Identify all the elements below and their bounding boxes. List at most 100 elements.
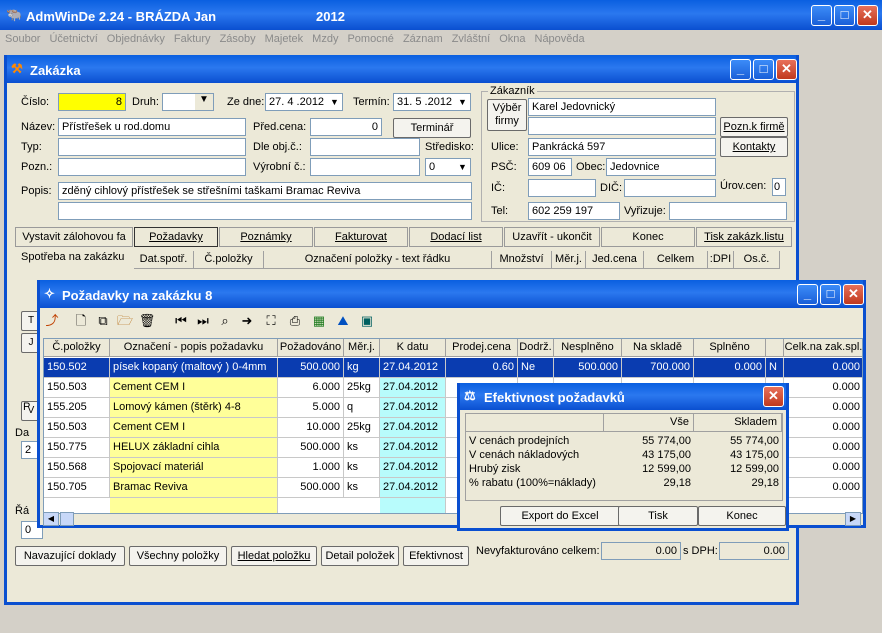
cell-cpolozky[interactable]: 150.503 (44, 378, 110, 398)
menu-soubor[interactable]: Soubor (0, 30, 44, 45)
tab-konec[interactable]: Konec (601, 227, 695, 247)
export-excel-button[interactable]: Export do Excel (500, 506, 620, 526)
zakazka-maximize-icon[interactable]: □ (753, 59, 774, 80)
col-nasklade[interactable]: Na skladě (622, 339, 694, 357)
col-splneno[interactable]: Splněno (694, 339, 766, 357)
cell-kdatu[interactable]: 27.04.2012 (380, 458, 446, 478)
menu-zaznam[interactable]: Záznam (398, 30, 447, 45)
cell-kdatu[interactable]: 27.04.2012 (380, 478, 446, 498)
col-flag[interactable] (766, 339, 784, 357)
spotreba-col-datspotr[interactable]: Dat.spotř. (134, 251, 194, 269)
cell-pozadovano[interactable]: 500.000 (278, 438, 344, 458)
obec-field[interactable]: Jedovnice (606, 158, 716, 176)
cell-merj[interactable]: 25kg (344, 418, 380, 438)
cell-pozadovano[interactable]: 10.000 (278, 418, 344, 438)
vyrobni-field[interactable] (310, 158, 420, 176)
spotreba-col-merj[interactable]: Měr.j. (552, 251, 586, 269)
cell-oznaceni[interactable]: písek kopaný (maltový ) 0-4mm (110, 358, 278, 378)
cell-oznaceni[interactable]: Cement CEM I (110, 418, 278, 438)
pozadavky-maximize-icon[interactable]: □ (820, 284, 841, 305)
poznk-firme-button[interactable]: Pozn.k firmě (720, 117, 788, 137)
chart-icon[interactable]: ⛰ (334, 312, 352, 330)
cell-celknazakspl[interactable]: 0.000 (784, 358, 862, 378)
spotreba-col-osc[interactable]: Os.č. (734, 251, 780, 269)
konec-button[interactable]: Konec (698, 506, 786, 526)
cell-nasklade[interactable]: 700.000 (622, 358, 694, 378)
col-kdatu[interactable]: K datu (380, 339, 446, 357)
close-icon[interactable]: ✕ (857, 5, 878, 26)
termin-dropdown-icon[interactable]: ▼ (458, 97, 467, 107)
popis-field-line2[interactable] (58, 202, 472, 220)
tab-fakturovat[interactable]: Fakturovat (314, 227, 408, 247)
scroll-right-icon[interactable]: ▶ (845, 512, 861, 526)
pozadavky-minimize-icon[interactable]: _ (797, 284, 818, 305)
spotreba-col-mnozstvi[interactable]: Množství (492, 251, 552, 269)
col-celknazakspl[interactable]: Celk.na zak.spl. (784, 339, 862, 357)
cell-pozadovano[interactable]: 500.000 (278, 358, 344, 378)
predcena-field[interactable]: 0 (310, 118, 382, 136)
cell-celknazakspl[interactable]: 0.000 (784, 398, 862, 418)
spotreba-col-oznaceni[interactable]: Označení položky - text řádku (264, 251, 492, 269)
zedne-dropdown-icon[interactable]: ▼ (330, 97, 339, 107)
export-icon[interactable]: ⤴ (43, 312, 61, 330)
minimize-icon[interactable]: _ (811, 5, 832, 26)
cell-cpolozky[interactable]: 155.205 (44, 398, 110, 418)
scroll-left-icon[interactable]: ◀ (43, 512, 59, 526)
excel-icon[interactable]: ▦ (310, 312, 328, 330)
cell-oznaceni[interactable]: Lomový kámen (štěrk) 4-8 (110, 398, 278, 418)
menu-objednavky[interactable]: Objednávky (102, 30, 169, 45)
cell-oznaceni[interactable]: Spojovací materiál (110, 458, 278, 478)
menu-napoveda[interactable]: Nápověda (530, 30, 589, 45)
cell-kdatu[interactable]: 27.04.2012 (380, 438, 446, 458)
cell-celknazakspl[interactable]: 0.000 (784, 458, 862, 478)
cell-empty[interactable] (110, 498, 278, 513)
zakazka-close-icon[interactable]: ✕ (776, 59, 797, 80)
last-record-icon[interactable]: ⏭ (194, 312, 212, 330)
search-icon[interactable]: ⌕ (216, 312, 234, 330)
firma-field-line2[interactable] (528, 117, 716, 135)
cell-flag[interactable]: N (766, 358, 784, 378)
pozadavky-close-icon[interactable]: ✕ (843, 284, 864, 305)
cell-splneno[interactable]: 0.000 (694, 358, 766, 378)
menu-zvlastni[interactable]: Zvláštní (447, 30, 495, 45)
vyber-firmy-button[interactable]: Výběr firmy (487, 99, 527, 131)
cell-kdatu[interactable]: 27.04.2012 (380, 418, 446, 438)
menu-okna[interactable]: Okna (494, 30, 529, 45)
pozn-field[interactable] (58, 158, 246, 176)
dic-field[interactable] (624, 179, 716, 197)
dleobj-field[interactable] (310, 138, 420, 156)
cell-dodrz[interactable]: Ne (518, 358, 554, 378)
grid-select-icon[interactable]: ⛶ (262, 312, 280, 330)
open-folder-icon[interactable]: 🗁 (116, 312, 134, 330)
col-merj[interactable]: Měr.j. (344, 339, 380, 357)
menu-faktury[interactable]: Faktury (169, 30, 215, 45)
navazujici-doklady-button[interactable]: Navazující doklady (15, 546, 125, 566)
kontakty-button[interactable]: Kontakty (720, 137, 788, 157)
tisk-button[interactable]: Tisk (618, 506, 698, 526)
tab-tisk-zakazk-listu[interactable]: Tisk zakázk.listu (696, 227, 792, 247)
cell-cpolozky[interactable]: 150.502 (44, 358, 110, 378)
calendar-icon[interactable]: ▣ (358, 312, 376, 330)
cell-cpolozky[interactable]: 150.503 (44, 418, 110, 438)
stredisko-dropdown-icon[interactable]: ▼ (458, 162, 467, 172)
tab-dodaci-list[interactable]: Dodací list (409, 227, 503, 247)
menu-mzdy[interactable]: Mzdy (307, 30, 342, 45)
copy-icon[interactable]: ⧉ (94, 312, 112, 330)
cell-prodejcena[interactable]: 0.60 (446, 358, 518, 378)
cell-cpolozky[interactable]: 150.568 (44, 458, 110, 478)
menu-pomocne[interactable]: Pomocné (342, 30, 397, 45)
typ-field[interactable] (58, 138, 246, 156)
cell-kdatu[interactable]: 27.04.2012 (380, 378, 446, 398)
delete-icon[interactable]: 🗑 (138, 312, 156, 330)
tab-pozadavky[interactable]: Požadavky (134, 227, 218, 247)
goto-icon[interactable]: ➜ (238, 312, 256, 330)
menu-majetek[interactable]: Majetek (260, 30, 308, 45)
cell-nesplneno[interactable]: 500.000 (554, 358, 622, 378)
first-record-icon[interactable]: ⏮ (172, 312, 190, 330)
tab-vystavit-zalohovou[interactable]: Vystavit zálohovou fa (15, 227, 133, 247)
spotreba-col-jedcena[interactable]: Jed.cena (586, 251, 644, 269)
druh-dropdown-icon[interactable]: ▼ (195, 94, 213, 110)
menu-ucetnictvi[interactable]: Účetnictví (44, 30, 101, 45)
col-nesplneno[interactable]: Nesplněno (554, 339, 622, 357)
cell-pozadovano[interactable]: 5.000 (278, 398, 344, 418)
